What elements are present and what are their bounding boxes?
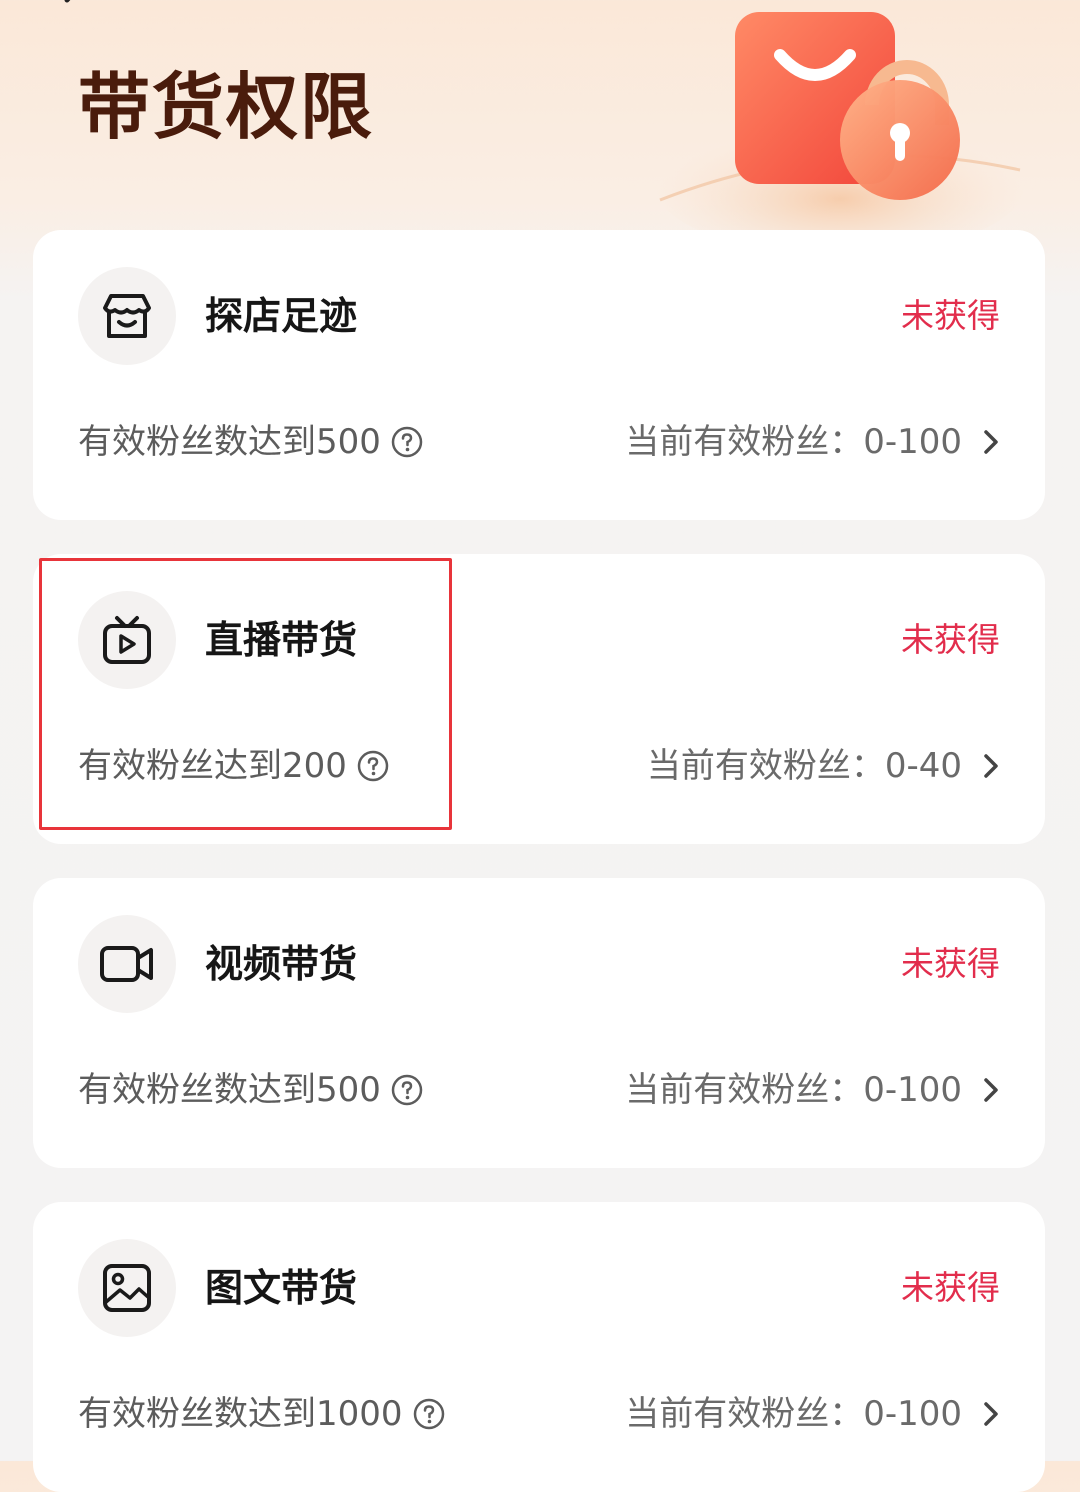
current-fans-value: 0-100 [863, 422, 962, 462]
permission-card-video-selling[interactable]: 视频带货 未获得 有效粉丝数达到500 当前有效粉丝： 0-100 [33, 878, 1045, 1168]
image-icon [103, 1264, 151, 1312]
current-fans-label: 当前有效粉丝： [646, 746, 885, 786]
card-title: 探店足迹 [205, 294, 358, 338]
requirement-label: 有效粉丝数达到500 [78, 1070, 381, 1110]
card-title: 图文带货 [205, 1266, 358, 1310]
permission-card-image-text-selling[interactable]: 图文带货 未获得 有效粉丝数达到1000 当前有效粉丝： 0-100 [33, 1202, 1045, 1492]
card-title: 直播带货 [205, 618, 358, 662]
live-tv-icon [103, 616, 151, 664]
page-title: 带货权限 [78, 65, 375, 149]
current-fans-link[interactable]: 当前有效粉丝： 0-100 [625, 1392, 1000, 1436]
help-icon[interactable] [357, 750, 389, 782]
help-icon[interactable] [413, 1398, 445, 1430]
requirement-text: 有效粉丝数达到500 [78, 1068, 423, 1112]
status-badge: 未获得 [901, 1268, 1000, 1307]
card-icon-circle [78, 267, 176, 365]
help-icon[interactable] [391, 426, 423, 458]
chevron-right-icon [984, 1402, 998, 1426]
current-fans-label: 当前有效粉丝： [625, 1070, 864, 1110]
current-fans-link[interactable]: 当前有效粉丝： 0-40 [647, 744, 1000, 788]
help-icon[interactable] [391, 1074, 423, 1106]
store-icon [103, 294, 151, 338]
card-title: 视频带货 [205, 942, 358, 986]
current-fans-label: 当前有效粉丝： [625, 1394, 864, 1434]
permission-card-live-selling[interactable]: 直播带货 未获得 有效粉丝达到200 当前有效粉丝： 0-40 [33, 554, 1045, 844]
status-badge: 未获得 [901, 620, 1000, 659]
card-icon-circle [78, 915, 176, 1013]
requirement-text: 有效粉丝数达到500 [78, 420, 423, 464]
current-fans-value: 0-40 [884, 746, 962, 786]
requirement-label: 有效粉丝数达到1000 [78, 1394, 403, 1434]
card-icon-circle [78, 1239, 176, 1337]
current-fans-link[interactable]: 当前有效粉丝： 0-100 [625, 1068, 1000, 1112]
card-icon-circle [78, 591, 176, 689]
chevron-right-icon [984, 430, 998, 454]
chevron-right-icon [984, 754, 998, 778]
permission-card-store-visit[interactable]: 探店足迹 未获得 有效粉丝数达到500 当前有效粉丝： 0-100 [33, 230, 1045, 520]
current-fans-value: 0-100 [863, 1394, 962, 1434]
current-fans-value: 0-100 [863, 1070, 962, 1110]
page-header: 带货权限 [0, 0, 1080, 230]
shopping-bag-lock-illustration [655, 12, 1025, 230]
video-camera-icon [100, 946, 153, 982]
requirement-label: 有效粉丝数达到500 [78, 422, 381, 462]
requirement-label: 有效粉丝达到200 [78, 746, 347, 786]
current-fans-label: 当前有效粉丝： [625, 422, 864, 462]
status-badge: 未获得 [901, 944, 1000, 983]
back-arrow-icon[interactable] [55, 0, 95, 20]
current-fans-link[interactable]: 当前有效粉丝： 0-100 [625, 420, 1000, 464]
chevron-right-icon [984, 1078, 998, 1102]
requirement-text: 有效粉丝数达到1000 [78, 1392, 445, 1436]
status-badge: 未获得 [901, 296, 1000, 335]
requirement-text: 有效粉丝达到200 [78, 744, 389, 788]
